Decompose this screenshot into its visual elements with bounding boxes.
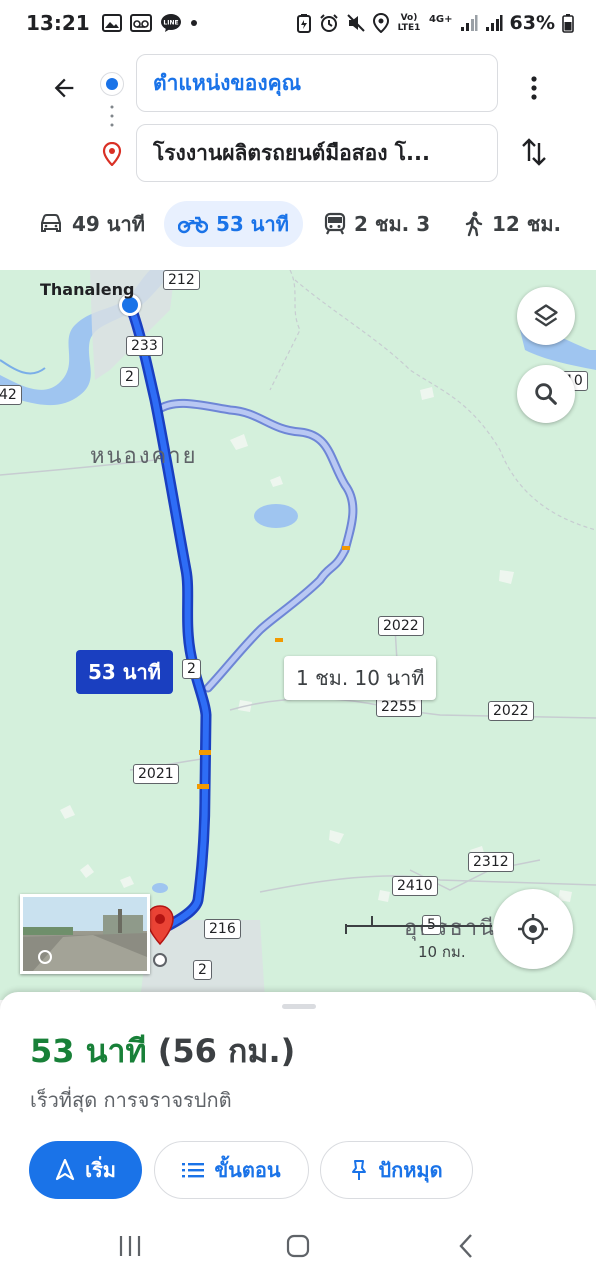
origin-dot-icon	[100, 72, 124, 96]
origin-text: ตำแหน่งของคุณ	[153, 70, 302, 95]
road-shield: 233	[126, 336, 163, 356]
street-view-thumbnail[interactable]	[20, 894, 150, 974]
road-shield: 2	[193, 960, 212, 980]
mute-icon	[347, 14, 365, 32]
dot-icon	[190, 20, 197, 26]
place-thanaleng: Thanaleng	[40, 280, 135, 299]
steps-label: ขั้นตอน	[214, 1158, 281, 1182]
system-icons: Vo) LTE1 4G+ 63%	[296, 12, 574, 34]
mode-walking[interactable]: 12 ชม.	[450, 201, 575, 247]
road-shield: 2312	[468, 852, 514, 872]
status-time: 13:21	[26, 11, 90, 35]
mode-motorcycle[interactable]: 53 นาที	[164, 201, 303, 247]
scale-bar-icon	[345, 916, 492, 934]
swap-vert-icon	[522, 138, 546, 166]
home-icon	[286, 1234, 310, 1258]
alarm-icon	[320, 14, 338, 32]
search-map-button[interactable]	[517, 365, 575, 423]
more-options-button[interactable]	[514, 68, 554, 108]
battery-icon	[562, 14, 574, 33]
system-nav-bar	[0, 1212, 596, 1280]
directions-header: ตำแหน่งของคุณ โรงงานผลิตรถยนต์มือสอง โ..…	[0, 46, 596, 270]
road-shield: 42	[0, 385, 22, 405]
road-shield: 2	[182, 659, 201, 679]
road-shield: 2022	[378, 616, 424, 636]
volte-icon: Vo) LTE1	[397, 13, 421, 33]
start-button[interactable]: เริ่ม	[29, 1141, 142, 1199]
mode-driving[interactable]: 49 นาที	[24, 201, 159, 247]
destination-text: โรงงานผลิตรถยนต์มือสอง โ...	[153, 140, 430, 165]
route-subtitle: เร็วที่สุด การจราจรปกติ	[30, 1088, 232, 1112]
road-shield: 2410	[392, 876, 438, 896]
app-root: 13:21 LINE Vo) LTE1 4G+ 63% ตำแหน่งของคุ…	[0, 0, 596, 1280]
line-icon: LINE	[160, 14, 181, 32]
mode-transit[interactable]: 2 ชม. 3	[310, 201, 444, 247]
back-button[interactable]	[44, 68, 84, 108]
street-view-image	[23, 897, 147, 971]
start-label: เริ่ม	[85, 1158, 116, 1182]
transit-icon	[324, 212, 346, 235]
road-shield: 2022	[488, 701, 534, 721]
destination-pin-icon	[102, 142, 122, 166]
route-duration: 53 นาที	[30, 1032, 147, 1070]
home-button[interactable]	[268, 1228, 328, 1264]
mode-motorcycle-label: 53 นาที	[216, 212, 289, 236]
signal-icon	[485, 15, 503, 31]
swap-button[interactable]	[514, 132, 554, 172]
layers-button[interactable]	[517, 287, 575, 345]
route-time-alt[interactable]: 1 ชม. 10 นาที	[284, 656, 437, 700]
pin-label: ปักหมุด	[378, 1158, 443, 1182]
search-icon	[535, 383, 557, 405]
chevron-left-icon	[459, 1234, 472, 1258]
layers-icon	[534, 304, 558, 327]
car-icon	[41, 214, 61, 232]
my-location-icon	[518, 914, 548, 944]
mode-driving-label: 49 นาที	[72, 212, 145, 236]
road-shield: 216	[204, 919, 241, 939]
battery-level: 63%	[509, 12, 555, 34]
scale-label: 10 กม.	[418, 943, 466, 961]
pin-icon	[352, 1160, 367, 1180]
svg-text:LINE: LINE	[163, 20, 178, 27]
network-type: 4G+	[428, 13, 453, 25]
road-shield: 2021	[133, 764, 179, 784]
map-view[interactable]: Thanaleng หนองคาย อุดรธานี 212 233 2 42 …	[0, 270, 596, 1000]
recents-button[interactable]	[100, 1228, 160, 1264]
route-dots-icon	[110, 105, 114, 127]
route-distance: (56 กม.)	[157, 1032, 296, 1070]
road-shield: 2	[120, 367, 139, 387]
more-vert-icon	[531, 76, 537, 100]
voicemail-icon	[129, 14, 152, 32]
navigation-icon	[56, 1159, 75, 1181]
road-shield: 212	[163, 270, 200, 290]
status-bar: 13:21 LINE Vo) LTE1 4G+ 63%	[0, 0, 596, 46]
recents-icon	[119, 1236, 141, 1256]
location-icon	[372, 13, 389, 33]
origin-input[interactable]: ตำแหน่งของคุณ	[136, 54, 498, 112]
route-time-main[interactable]: 53 นาที	[76, 650, 173, 694]
road-shield: 2255	[376, 697, 422, 717]
my-location-button[interactable]	[493, 889, 573, 969]
signal-icon	[460, 15, 478, 31]
notification-icons: LINE	[101, 13, 198, 33]
route-summary: 53 นาที (56 กม.)	[30, 1026, 295, 1077]
walk-icon	[465, 211, 483, 237]
steps-button[interactable]: ขั้นตอน	[154, 1141, 309, 1199]
list-icon	[182, 1163, 205, 1178]
motorcycle-icon	[178, 216, 208, 234]
pin-button[interactable]: ปักหมุด	[320, 1141, 473, 1199]
place-nongkhai: หนองคาย	[90, 444, 198, 469]
arrow-back-icon	[54, 78, 74, 98]
map-scale: 10 กม.	[344, 910, 494, 961]
sheet-handle[interactable]	[282, 1004, 316, 1009]
mode-transit-label: 2 ชม. 3	[354, 212, 431, 236]
destination-input[interactable]: โรงงานผลิตรถยนต์มือสอง โ...	[136, 124, 498, 182]
battery-saver-icon	[296, 14, 311, 33]
gallery-icon	[101, 14, 122, 32]
map-base	[0, 270, 596, 1000]
travel-modes: 49 นาที 53 นาที 2 ชม. 3 12 ชม.	[0, 198, 596, 250]
back-nav-button[interactable]	[436, 1228, 496, 1264]
mode-walking-label: 12 ชม.	[492, 212, 562, 236]
